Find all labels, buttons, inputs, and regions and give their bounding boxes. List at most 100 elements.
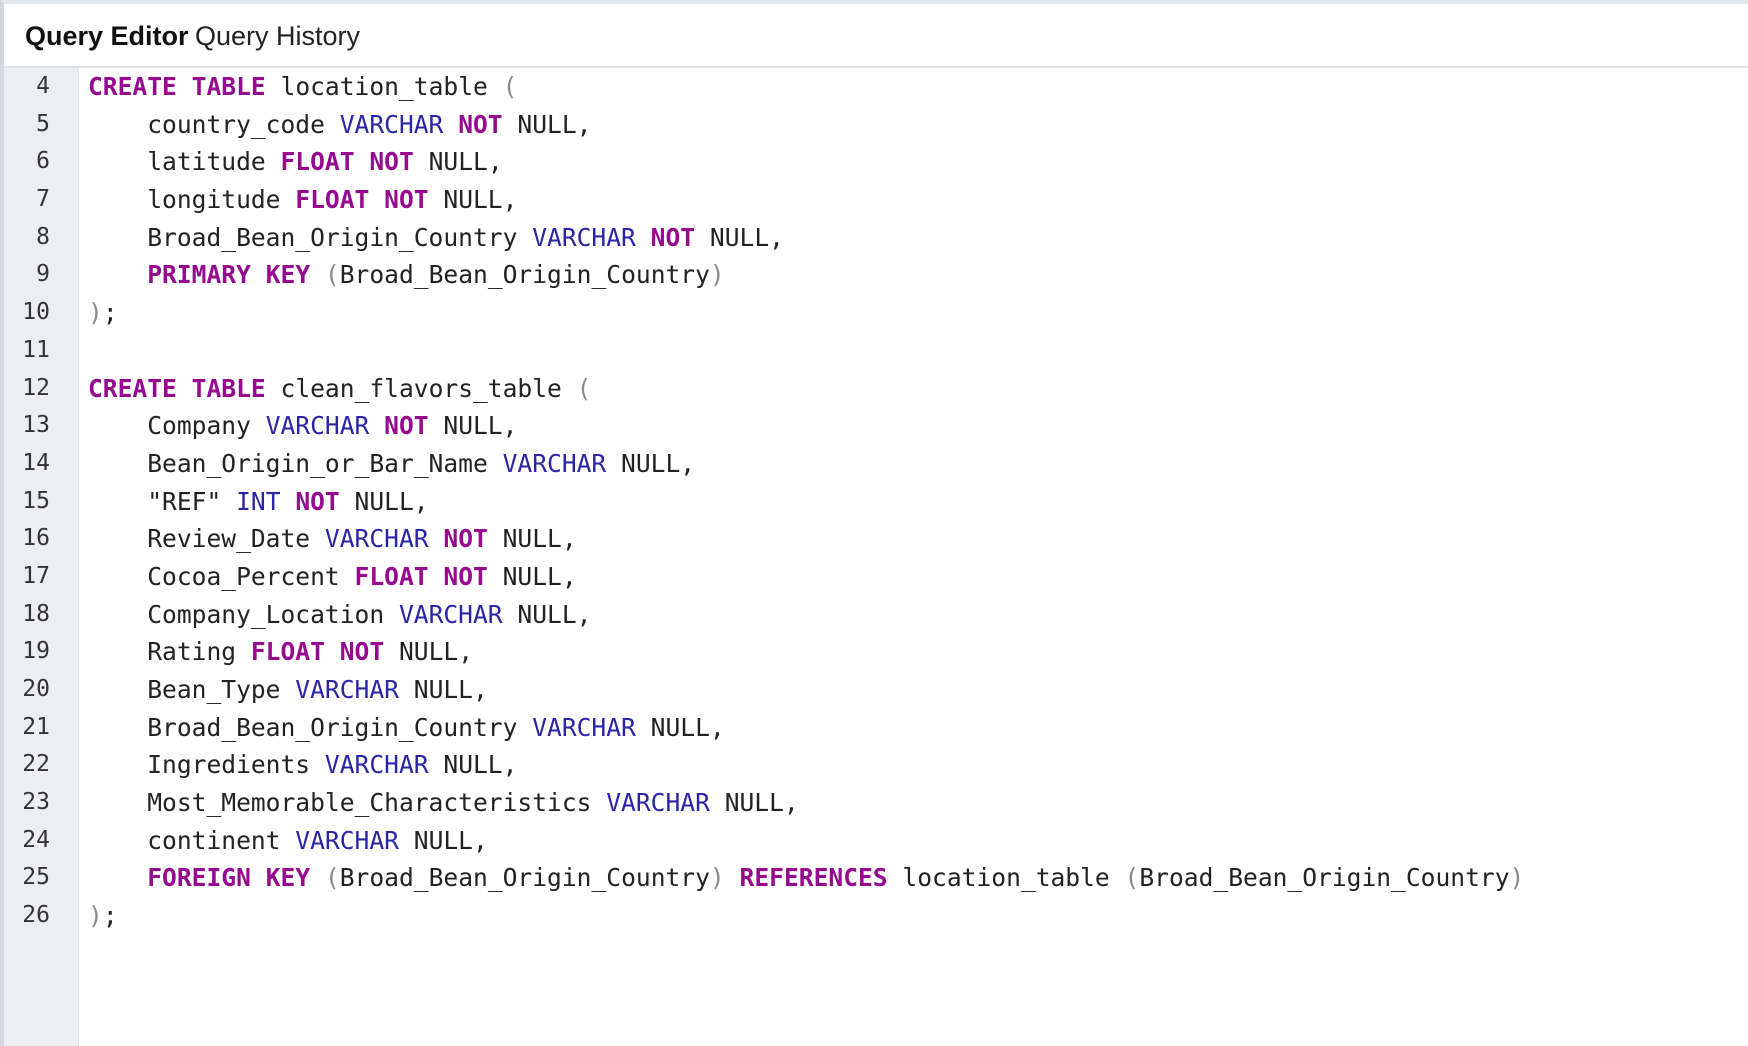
line-number: 22 [22,751,50,778]
code-token: location_table [887,863,1125,893]
code-token: NOT [443,561,488,591]
code-token: NULL, [398,825,488,855]
code-text[interactable]: continent VARCHAR NULL, [88,822,488,860]
code-editor[interactable]: 4 CREATE TABLE location_table (5 country_… [4,68,1748,1046]
code-line[interactable]: 24 continent VARCHAR NULL, [4,822,1748,860]
code-line[interactable]: 16 Review_Date VARCHAR NOT NULL, [4,520,1748,558]
code-text[interactable]: Broad_Bean_Origin_Country VARCHAR NULL, [88,709,724,747]
code-token: VARCHAR [398,599,503,629]
code-text[interactable]: "REF" INT NOT NULL, [88,483,428,521]
code-text[interactable]: CREATE TABLE clean_flavors_table ( [88,370,591,408]
code-token: Cocoa_Percent [88,561,355,591]
line-number: 12 [22,374,50,401]
code-line[interactable]: 23 Most_Memorable_Characteristics VARCHA… [4,784,1748,822]
code-token: NOT [369,147,414,177]
code-text[interactable]: latitude FLOAT NOT NULL, [88,143,502,181]
code-text[interactable]: ); [88,897,118,935]
code-text[interactable]: ); [88,294,118,332]
code-line[interactable]: 6 latitude FLOAT NOT NULL, [4,143,1748,181]
code-line[interactable]: 10); [4,294,1748,332]
code-token: NULL, [428,750,518,780]
code-line[interactable]: 9 PRIMARY KEY (Broad_Bean_Origin_Country… [4,256,1748,294]
code-token: ) [709,863,725,893]
code-token: FOREIGN [147,863,251,893]
code-token: Most_Memorable_Characteristics [88,788,607,818]
line-number: 20 [22,676,50,702]
code-text[interactable]: PRIMARY KEY (Broad_Bean_Origin_Country) [88,256,725,294]
line-number: 14 [22,449,50,476]
code-text[interactable]: Cocoa_Percent FLOAT NOT NULL, [88,558,576,596]
code-token: ) [1509,863,1525,893]
code-line[interactable]: 14 Bean_Origin_or_Bar_Name VARCHAR NULL, [4,445,1748,483]
code-line[interactable]: 7 longitude FLOAT NOT NULL, [4,181,1748,219]
code-token: VARCHAR [324,524,429,554]
tab-query-editor[interactable]: Query Editor [25,4,189,66]
code-line[interactable]: 5 country_code VARCHAR NOT NULL, [4,106,1748,144]
code-token: clean_flavors_table [265,373,577,403]
line-number: 10 [22,299,50,326]
line-number: 13 [22,412,50,439]
code-line[interactable]: 11 [4,332,1748,370]
code-token: ) [709,260,725,290]
code-text[interactable]: Broad_Bean_Origin_Country VARCHAR NOT NU… [88,219,784,257]
code-token: Broad_Bean_Origin_Country [1139,863,1510,893]
code-token: PRIMARY [147,260,251,290]
code-token: VARCHAR [532,222,636,252]
tab-query-history[interactable]: Query History [195,4,360,66]
code-token: Broad_Bean_Origin_Country [339,863,710,893]
code-token: CREATE [88,373,177,403]
line-number: 17 [22,562,50,589]
code-line[interactable]: 21 Broad_Bean_Origin_Country VARCHAR NUL… [4,709,1748,747]
code-text[interactable]: country_code VARCHAR NOT NULL, [88,106,591,144]
code-text[interactable]: FOREIGN KEY (Broad_Bean_Origin_Country) … [88,859,1524,897]
code-text[interactable]: CREATE TABLE location_table ( [88,68,517,106]
code-line[interactable]: 13 Company VARCHAR NOT NULL, [4,407,1748,445]
code-line[interactable]: 17 Cocoa_Percent FLOAT NOT NULL, [4,558,1748,596]
code-text[interactable]: Rating FLOAT NOT NULL, [88,633,473,671]
code-line[interactable]: 4 CREATE TABLE location_table ( [4,68,1748,106]
code-line[interactable]: 19 Rating FLOAT NOT NULL, [4,633,1748,671]
code-token: FLOAT [250,637,325,667]
code-line[interactable]: 18 Company_Location VARCHAR NULL, [4,596,1748,634]
code-token: FLOAT [354,561,429,591]
code-line[interactable]: 12 CREATE TABLE clean_flavors_table ( [4,370,1748,408]
code-token: Broad_Bean_Origin_Country [339,260,710,290]
line-number: 5 [36,110,50,137]
code-token: Ingredients [88,750,325,780]
code-token: ( [502,72,518,101]
code-text[interactable]: Company_Location VARCHAR NULL, [88,596,591,634]
code-line[interactable]: 22 Ingredients VARCHAR NULL, [4,746,1748,784]
code-line[interactable]: 20 Bean_Type VARCHAR NULL, [4,671,1748,709]
code-text[interactable]: Review_Date VARCHAR NOT NULL, [88,520,576,558]
code-token: VARCHAR [502,448,607,478]
code-text[interactable]: Company VARCHAR NOT NULL, [88,407,517,445]
code-token: TABLE [191,373,266,403]
code-text[interactable]: Bean_Type VARCHAR NULL, [88,671,488,709]
line-number: 26 [22,902,50,929]
code-text[interactable]: Ingredients VARCHAR NULL, [88,746,517,784]
line-number: 7 [36,186,50,213]
code-token: Bean_Type [88,675,296,704]
code-line[interactable]: 25 FOREIGN KEY (Broad_Bean_Origin_Countr… [4,859,1748,897]
code-lines: 4 CREATE TABLE location_table (5 country_… [4,68,1748,935]
code-token: continent [88,825,296,855]
code-text[interactable]: Most_Memorable_Characteristics VARCHAR N… [88,784,799,822]
code-token: NULL, [384,637,473,667]
code-line[interactable]: 26); [4,897,1748,935]
line-number: 4 [36,73,50,99]
code-token: ( [576,373,592,403]
code-line[interactable]: 15 "REF" INT NOT NULL, [4,483,1748,521]
query-tool-panel: Query Editor Query History 4 CREATE TABLE… [0,0,1748,1046]
code-token: location_table [265,72,503,101]
code-text[interactable]: Bean_Origin_or_Bar_Name VARCHAR NULL, [88,445,695,483]
code-text[interactable]: longitude FLOAT NOT NULL, [88,181,517,219]
code-line[interactable]: 8 Broad_Bean_Origin_Country VARCHAR NOT … [4,219,1748,257]
tab-bar: Query Editor Query History [4,4,1748,68]
code-token: NULL, [709,788,799,818]
code-token: NOT [650,222,696,252]
code-token: Bean_Origin_or_Bar_Name [88,448,503,478]
